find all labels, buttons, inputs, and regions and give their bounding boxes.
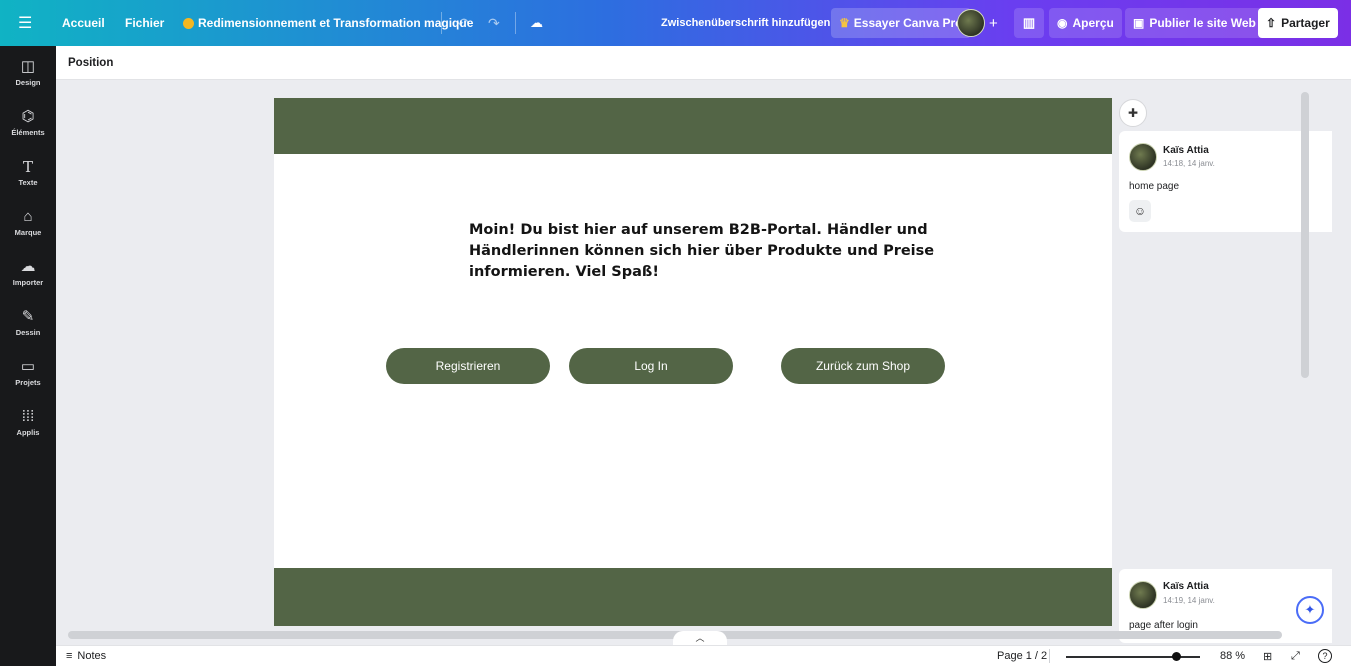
comment-author: Kaïs Attia [1163,145,1209,156]
share-label: Partager [1281,16,1330,30]
sidebar-item-upload[interactable]: ☁ Importer [0,258,56,287]
sidebar-item-projects[interactable]: ▭ Projets [0,358,56,387]
zoom-slider-handle[interactable] [1171,652,1181,661]
home-menu[interactable]: Accueil [62,0,105,46]
add-comment-icon[interactable]: ✚ [1119,99,1147,127]
undo-icon[interactable]: ↶ [457,0,469,46]
position-button[interactable]: Position [68,57,113,69]
eye-icon: ◉ [1057,16,1068,30]
zoom-slider[interactable] [1066,652,1200,661]
notes-label: Notes [77,650,107,662]
welcome-heading[interactable]: Moin! Du bist hier auf unserem B2B-Porta… [469,220,939,283]
sidebar-item-draw[interactable]: ✎ Dessin [0,308,56,337]
sidebar: ◫ Design ⌬ Éléments T Texte ⌂ Marque ☁ Import… [0,46,56,666]
preview-button[interactable]: ◉ Aperçu [1049,8,1122,38]
sidebar-item-apps[interactable]: ⁞⁞⁞ Applis [0,408,56,437]
cloud-saved-icon[interactable]: ☁ [530,0,543,46]
try-pro-button[interactable]: ♛ Essayer Canva Pro [831,8,971,38]
sidebar-item-text[interactable]: T Texte [0,158,56,187]
comment-author: Kaïs Attia [1163,581,1209,592]
vertical-scrollbar[interactable] [1301,92,1309,378]
draw-icon: ✎ [21,308,35,325]
notes-icon: ≡ [66,650,73,662]
fullscreen-icon[interactable]: ⤢ [1291,650,1300,663]
crown-icon: ♛ [839,16,850,30]
back-to-shop-button[interactable]: Zurück zum Shop [781,348,945,384]
add-reaction-icon[interactable]: ☺ [1129,200,1151,222]
avatar [1129,143,1157,171]
analytics-icon[interactable]: ▥ [1014,8,1044,38]
help-icon[interactable]: ? [1318,649,1332,663]
magic-resize-menu[interactable]: Redimensionnement et Transformation magi… [183,0,473,46]
bottom-bar: ≡ Notes Page 1 / 2 88 % ⊞ ⤢ ? [56,645,1351,666]
avatar[interactable] [957,8,985,38]
sidebar-item-design[interactable]: ◫ Design [0,58,56,87]
page-indicator[interactable]: Page 1 / 2 [997,650,1047,662]
register-button[interactable]: Registrieren [386,348,550,384]
folder-icon: ▭ [20,358,36,375]
magic-assistant-icon[interactable]: ✦ [1296,596,1324,624]
publish-label: Publier le site Web [1149,16,1256,30]
login-button[interactable]: Log In [569,348,733,384]
brand-icon: ⌂ [23,208,33,225]
hamburger-icon[interactable]: ☰ [18,0,32,46]
apps-icon: ⁞⁞⁞ [21,408,35,425]
design-title[interactable]: Zwischenüberschrift hinzufügen [661,0,830,46]
design-page[interactable]: Moin! Du bist hier auf unserem B2B-Porta… [274,98,1112,626]
crown-icon [183,17,194,29]
comment-text: page after login [1129,620,1198,631]
website-icon: ▣ [1133,16,1145,30]
layout-icon: ◫ [20,58,36,75]
upload-icon: ☁ [20,258,36,275]
comment-text: home page [1129,181,1180,192]
header-band[interactable] [274,98,1112,154]
comment-time: 14:18, 14 janv. [1163,159,1215,168]
context-toolbar: Position [56,46,1351,80]
notes-button[interactable]: ≡ Notes [66,650,106,662]
try-pro-label: Essayer Canva Pro [853,16,963,30]
sidebar-item-brand[interactable]: ⌂ Marque [0,208,56,237]
footer-band[interactable] [274,568,1112,626]
comment-time: 14:19, 14 janv. [1163,596,1215,605]
expand-pages-icon[interactable]: ︿ [673,631,727,645]
preview-label: Aperçu [1072,16,1114,30]
shapes-icon: ⌬ [21,108,35,125]
top-bar: ☰ Accueil Fichier Redimensionnement et T… [0,0,1351,46]
magic-resize-label: Redimensionnement et Transformation magi… [198,16,474,30]
share-button[interactable]: ⇧ Partager [1258,8,1338,38]
publish-button[interactable]: ▣ Publier le site Web [1125,8,1264,38]
canvas-area: ︿ ﹀ ◌ ≡ ⊡ ⧉ ⌫ ⊞ Moin! Du bist hier auf u… [56,80,1351,643]
zoom-level[interactable]: 88 % [1220,650,1245,662]
add-collaborator-icon[interactable]: + [989,0,998,46]
avatar [1129,581,1157,609]
share-icon: ⇧ [1266,16,1277,30]
grid-view-icon[interactable]: ⊞ [1263,650,1272,663]
file-menu[interactable]: Fichier [125,0,164,46]
sidebar-item-elements[interactable]: ⌬ Éléments [0,108,56,137]
redo-icon[interactable]: ↷ [488,0,500,46]
text-icon: T [22,158,33,176]
